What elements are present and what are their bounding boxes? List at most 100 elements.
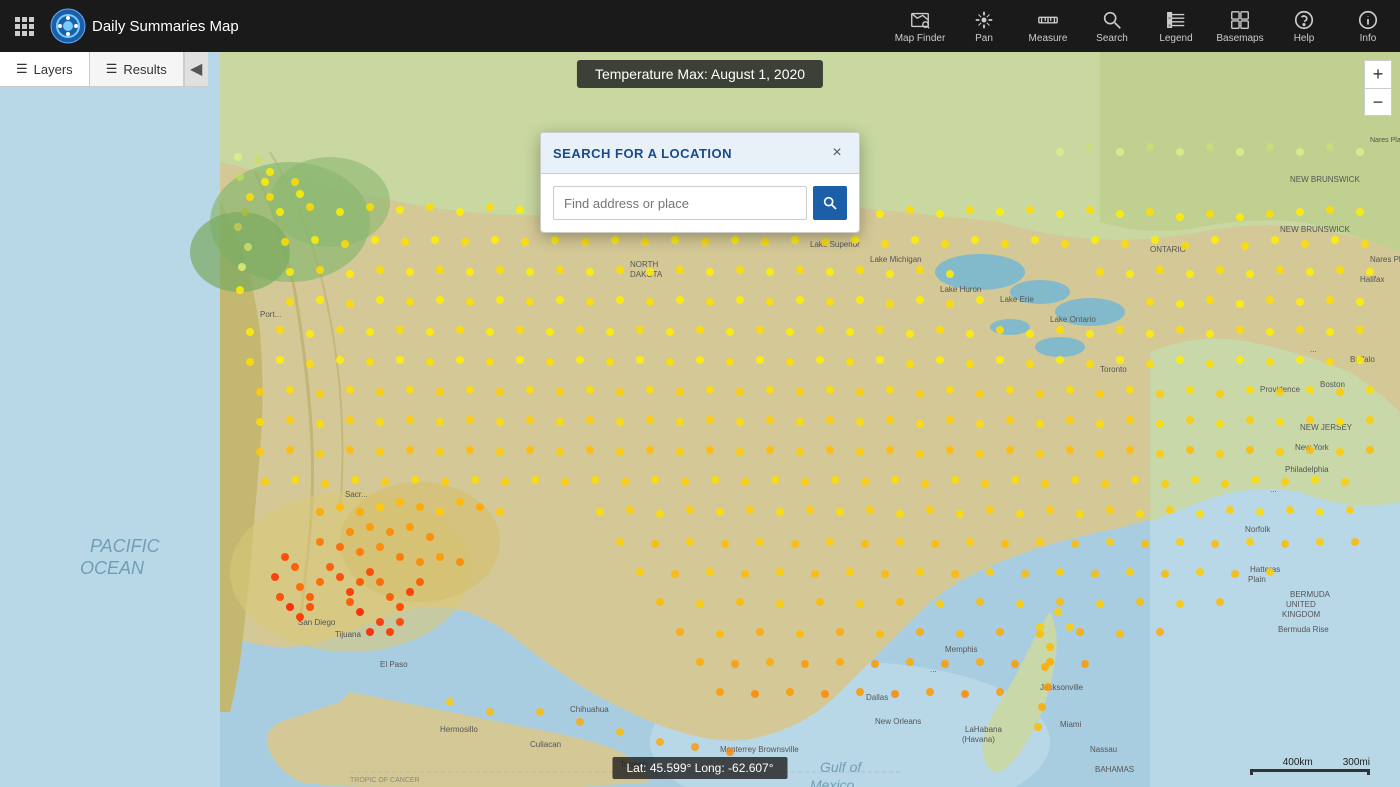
search-icon (1101, 9, 1123, 31)
svg-text:Lake Huron: Lake Huron (940, 285, 981, 294)
svg-text:San Diego: San Diego (298, 618, 336, 627)
apps-grid-button[interactable] (0, 0, 48, 52)
search-label: Search (1096, 33, 1128, 44)
svg-text:Memphis: Memphis (945, 645, 977, 654)
svg-text:Monterrey Brownsville: Monterrey Brownsville (720, 745, 799, 754)
svg-text:...: ... (1310, 345, 1317, 354)
info-tool[interactable]: Info (1336, 0, 1400, 52)
measure-label: Measure (1029, 33, 1068, 44)
svg-text:DAKOTA: DAKOTA (630, 270, 663, 279)
svg-text:Mexico: Mexico (810, 777, 855, 787)
search-modal-title: SEARCH FOR A LOCATION (553, 146, 732, 161)
zoom-controls: + − (1364, 60, 1392, 116)
svg-text:Hermosillo: Hermosillo (440, 725, 478, 734)
basemaps-tool[interactable]: Basemaps (1208, 0, 1272, 52)
results-icon: ☰ (106, 61, 118, 77)
scale-line: 400km 300mi (1250, 757, 1370, 775)
svg-text:NEW BRUNSWICK: NEW BRUNSWICK (1290, 175, 1360, 184)
svg-text:NEW BRUNSWICK: NEW BRUNSWICK (1280, 225, 1350, 234)
info-label: Info (1360, 33, 1377, 44)
results-tab[interactable]: ☰ Results (90, 52, 184, 86)
svg-text:Sacr...: Sacr... (345, 490, 368, 499)
collapse-icon: ◀ (190, 59, 202, 79)
map-container[interactable]: PACIFIC OCEAN Gulf of Mexico Sacr... San… (0, 52, 1400, 787)
search-modal-body (541, 174, 859, 232)
svg-text:Hatteras: Hatteras (1250, 565, 1280, 574)
measure-icon (1037, 9, 1059, 31)
sidebar-tab-bar: ☰ Layers ☰ Results ◀ (0, 52, 208, 87)
svg-text:Providence: Providence (1260, 385, 1301, 394)
map-finder-tool[interactable]: Map Finder (888, 0, 952, 52)
coordinates-badge: Lat: 45.599° Long: -62.607° (612, 757, 787, 779)
svg-text:Buffalo: Buffalo (1350, 355, 1375, 364)
help-icon (1293, 9, 1315, 31)
layers-tab[interactable]: ☰ Layers (0, 52, 90, 86)
basemaps-label: Basemaps (1216, 33, 1263, 44)
zoom-in-button[interactable]: + (1364, 60, 1392, 88)
svg-text:Halifax: Halifax (1360, 275, 1384, 284)
nav-tools: Map Finder Pan Measure (888, 0, 1400, 52)
svg-text:ONTARIO: ONTARIO (1150, 245, 1186, 254)
svg-text:Philadelphia: Philadelphia (1285, 465, 1329, 474)
svg-text:Nares Pla...: Nares Pla... (1370, 255, 1400, 264)
search-tool[interactable]: Search (1080, 0, 1144, 52)
svg-text:Lake Superior: Lake Superior (810, 240, 860, 249)
svg-text:NORTH: NORTH (630, 260, 659, 269)
svg-text:(Havana): (Havana) (962, 735, 995, 744)
basemaps-icon (1229, 9, 1251, 31)
svg-text:BERMUDA: BERMUDA (1290, 590, 1331, 599)
svg-text:Toronto: Toronto (1100, 365, 1127, 374)
svg-text:TROPIC OF CANCER: TROPIC OF CANCER (350, 777, 420, 784)
svg-text:Port...: Port... (260, 310, 281, 319)
scale-label-km: 400km (1283, 757, 1313, 768)
top-navigation: Daily Summaries Map Map Finder Pan (0, 0, 1400, 52)
app-title: Daily Summaries Map (92, 18, 888, 35)
pan-tool[interactable]: Pan (952, 0, 1016, 52)
help-tool[interactable]: Help (1272, 0, 1336, 52)
info-icon (1357, 9, 1379, 31)
svg-text:Culiacan: Culiacan (530, 740, 561, 749)
help-label: Help (1294, 33, 1315, 44)
noaa-logo (50, 8, 86, 44)
svg-text:Norfolk: Norfolk (1245, 525, 1271, 534)
svg-text:UNITED: UNITED (1286, 600, 1316, 609)
search-modal: SEARCH FOR A LOCATION × (540, 132, 860, 233)
layers-tab-label: Layers (34, 62, 73, 77)
svg-text:...: ... (930, 665, 937, 674)
svg-text:LaHabana: LaHabana (965, 725, 1002, 734)
map-finder-label: Map Finder (895, 33, 946, 44)
svg-text:El Paso: El Paso (380, 660, 408, 669)
search-modal-header: SEARCH FOR A LOCATION × (541, 133, 859, 174)
svg-text:Lake Michigan: Lake Michigan (870, 255, 922, 264)
svg-text:Tijuana: Tijuana (335, 630, 361, 639)
pan-icon (973, 9, 995, 31)
legend-tool[interactable]: Legend (1144, 0, 1208, 52)
search-modal-close-button[interactable]: × (827, 143, 847, 163)
results-tab-label: Results (123, 62, 166, 77)
svg-text:New Orleans: New Orleans (875, 717, 921, 726)
search-button-icon (822, 195, 838, 211)
layers-icon: ☰ (16, 61, 28, 77)
svg-text:Lake Ontario: Lake Ontario (1050, 315, 1096, 324)
measure-tool[interactable]: Measure (1016, 0, 1080, 52)
svg-text:Gulf of: Gulf of (820, 759, 863, 775)
location-search-input[interactable] (553, 186, 807, 220)
svg-text:Chihuahua: Chihuahua (570, 705, 609, 714)
map-title-badge: Temperature Max: August 1, 2020 (577, 60, 823, 88)
svg-text:KINGDOM: KINGDOM (1282, 610, 1321, 619)
svg-text:Plain: Plain (1248, 575, 1266, 584)
svg-text:NEW JERSEY: NEW JERSEY (1300, 423, 1353, 432)
location-search-button[interactable] (813, 186, 847, 220)
scale-label-mi: 300mi (1343, 757, 1370, 768)
scale-bar: 400km 300mi (1250, 757, 1370, 775)
svg-text:Jacksonville: Jacksonville (1040, 683, 1084, 692)
svg-text:Miami: Miami (1060, 720, 1082, 729)
svg-text:Bermuda Rise: Bermuda Rise (1278, 625, 1329, 634)
legend-icon (1165, 9, 1187, 31)
sidebar: ☰ Layers ☰ Results ◀ (0, 52, 208, 787)
sidebar-collapse-button[interactable]: ◀ (184, 52, 208, 86)
svg-text:Lake Erie: Lake Erie (1000, 295, 1034, 304)
svg-text:Boston: Boston (1320, 380, 1345, 389)
zoom-out-button[interactable]: − (1364, 88, 1392, 116)
svg-text:...: ... (1270, 485, 1277, 494)
